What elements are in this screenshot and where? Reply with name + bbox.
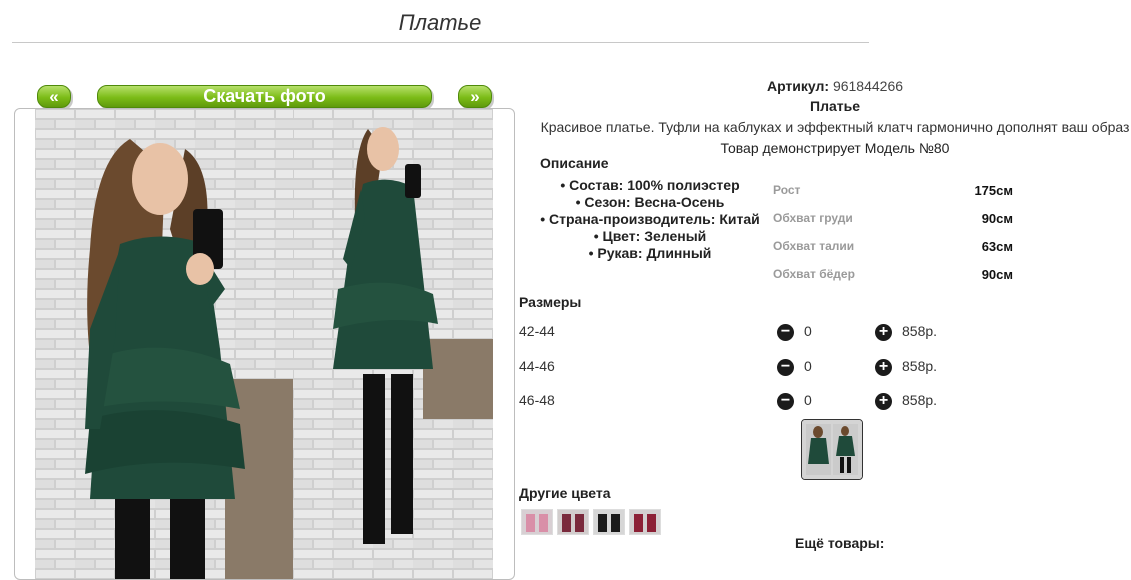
- size-label: 42-44: [519, 323, 555, 339]
- plus-circle-icon[interactable]: +: [875, 393, 892, 410]
- measurement-label: Обхват бёдер: [773, 267, 855, 281]
- product-name: Платье: [810, 98, 860, 114]
- article-value: 961844266: [832, 78, 904, 94]
- more-products-heading: Ещё товары:: [795, 535, 885, 551]
- product-photo-closeup[interactable]: [35, 109, 293, 579]
- product-photo-frame: [14, 108, 515, 580]
- article-line: Артикул: 961844266: [515, 78, 1131, 94]
- page-title: Платье: [398, 10, 482, 35]
- model-note: Товар демонстрирует Модель №80: [720, 140, 950, 156]
- size-row: 46-48 − 0 + 858р.: [519, 392, 959, 412]
- measurement-label: Обхват груди: [773, 211, 853, 225]
- quantity-value: 0: [804, 323, 812, 339]
- size-price: 858р.: [902, 392, 938, 408]
- quantity-value: 0: [804, 392, 812, 408]
- size-label: 46-48: [519, 392, 555, 408]
- download-photo-button[interactable]: Скачать фото: [97, 85, 432, 108]
- photo-thumbnail[interactable]: [801, 419, 863, 480]
- measurement-value: 90см: [981, 267, 1013, 282]
- next-photo-button[interactable]: »: [458, 85, 492, 108]
- size-row: 42-44 − 0 + 858р.: [519, 323, 959, 343]
- measurement-label: Рост: [773, 183, 801, 197]
- measurement-value: 175см: [974, 183, 1013, 198]
- color-swatch-wine[interactable]: [629, 509, 661, 535]
- measurement-label: Обхват талии: [773, 239, 855, 253]
- description-heading: Описание: [540, 155, 609, 171]
- color-swatch-burgundy[interactable]: [557, 509, 589, 535]
- quantity-value: 0: [804, 358, 812, 374]
- article-label: Артикул:: [766, 78, 830, 94]
- minus-circle-icon[interactable]: −: [777, 359, 794, 376]
- description-item: Рукав: Длинный: [520, 245, 780, 262]
- measurement-value: 63см: [981, 239, 1013, 254]
- description-item: Состав: 100% полиэстер: [520, 177, 780, 194]
- other-colors-heading: Другие цвета: [519, 485, 611, 501]
- size-label: 44-46: [519, 358, 555, 374]
- description-item: Сезон: Весна-Осень: [520, 194, 780, 211]
- product-description: Красивое платье. Туфли на каблуках и эфф…: [540, 119, 1130, 135]
- color-swatch-black[interactable]: [593, 509, 625, 535]
- measurement-value: 90см: [981, 211, 1013, 226]
- sizes-heading: Размеры: [519, 294, 582, 310]
- size-price: 858р.: [902, 323, 938, 339]
- title-divider: [12, 42, 869, 43]
- prev-photo-button[interactable]: «: [37, 85, 71, 108]
- plus-circle-icon[interactable]: +: [875, 324, 892, 341]
- color-swatch-pink[interactable]: [521, 509, 553, 535]
- minus-circle-icon[interactable]: −: [777, 393, 794, 410]
- size-row: 44-46 − 0 + 858р.: [519, 358, 959, 378]
- plus-circle-icon[interactable]: +: [875, 359, 892, 376]
- description-item: Страна-производитель: Китай: [520, 211, 780, 228]
- product-photo-full[interactable]: [293, 109, 493, 579]
- description-item: Цвет: Зеленый: [520, 228, 780, 245]
- description-list: Состав: 100% полиэстер Сезон: Весна-Осен…: [520, 177, 780, 262]
- size-price: 858р.: [902, 358, 938, 374]
- minus-circle-icon[interactable]: −: [777, 324, 794, 341]
